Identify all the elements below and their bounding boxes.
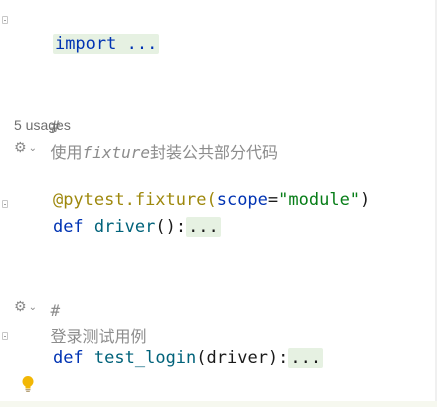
- fold-toggle-import[interactable]: [2, 16, 8, 24]
- function-name-test-login: test_login: [93, 348, 197, 368]
- decorator-eq: =: [267, 190, 279, 210]
- editor-bottom-band: [0, 401, 437, 407]
- chevron-down-icon[interactable]: ⌄: [29, 143, 37, 154]
- import-keyword-text: import: [54, 34, 117, 54]
- decorator-close: ): [360, 190, 371, 210]
- code-line-import[interactable]: import ...: [12, 5, 160, 54]
- collapsed-body-test-login[interactable]: ...: [288, 348, 324, 368]
- comment-text-c: 封装公共部分代码: [149, 143, 278, 162]
- run-inlay-test-login[interactable]: ⚙ ⌄: [14, 299, 37, 315]
- comment-text-fixture: fixture: [82, 143, 150, 162]
- import-keyword: import ...: [52, 34, 160, 54]
- code-editor[interactable]: import ... # 使用fixture封装公共部分代码 5 usages …: [0, 0, 437, 407]
- function-parens: ():: [155, 217, 187, 237]
- def-keyword-2: def: [52, 348, 84, 368]
- chevron-down-icon[interactable]: ⌄: [29, 302, 37, 313]
- usages-hint[interactable]: 5 usages: [14, 117, 71, 133]
- decorator-arg-value: "module": [278, 190, 361, 210]
- run-inlay-driver[interactable]: ⚙ ⌄: [14, 140, 37, 156]
- fold-toggle-test-login[interactable]: [2, 332, 8, 340]
- comment-hash-2: #: [50, 301, 61, 320]
- comment-text-a: 使用: [50, 143, 83, 162]
- function-name-driver: driver: [93, 217, 156, 237]
- code-line-def-driver[interactable]: def driver():...: [12, 188, 221, 237]
- lightbulb-icon[interactable]: [21, 375, 35, 393]
- function-params: (driver):: [196, 348, 289, 368]
- code-line-def-test-login[interactable]: def test_login(driver):...: [12, 319, 324, 368]
- fold-toggle-driver[interactable]: [2, 200, 8, 208]
- collapsed-body-driver[interactable]: ...: [186, 217, 221, 237]
- import-collapsed-region[interactable]: ...: [116, 34, 158, 54]
- pytest-run-icon[interactable]: ⚙: [14, 299, 27, 315]
- code-line-decorator[interactable]: @pytest.fixture(scope="module"): [12, 161, 370, 210]
- decorator-arg-name: scope: [216, 190, 268, 210]
- code-line-comment-fixture: # 使用fixture封装公共部分代码: [12, 88, 278, 162]
- def-keyword: def: [52, 217, 84, 237]
- code-line-comment-login: # 登录测试用例: [12, 272, 147, 346]
- pytest-run-icon[interactable]: ⚙: [14, 140, 27, 156]
